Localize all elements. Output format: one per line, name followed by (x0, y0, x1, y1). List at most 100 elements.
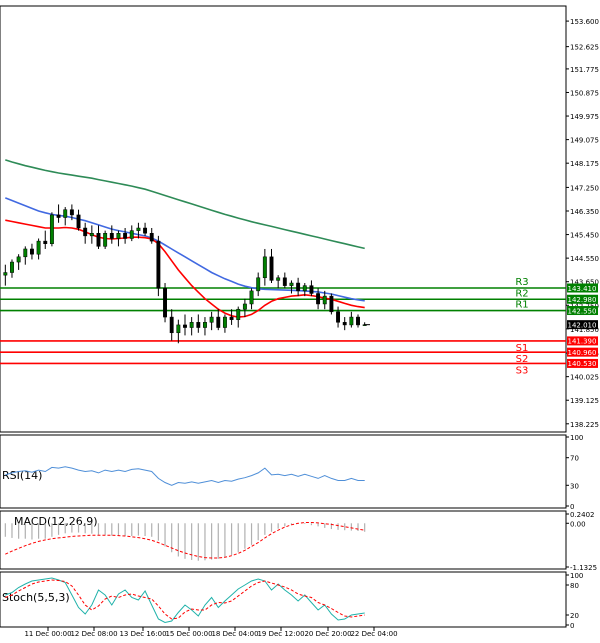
candle-body (196, 322, 201, 328)
candle-body (96, 233, 101, 247)
candle-body (109, 233, 114, 239)
pivot-value-label: 140.960 (568, 349, 597, 357)
candle-body (216, 316, 221, 328)
time-tick-label: 19 Dec 12:00 (257, 630, 304, 638)
candle-body (143, 227, 148, 234)
candle-body (103, 233, 108, 247)
price-tick-label: 140.025 (570, 374, 599, 382)
time-tick-label: 18 Dec 04:00 (211, 630, 258, 638)
candle-body (156, 240, 161, 289)
pivot-value-label: 142.980 (568, 296, 597, 304)
candle-body (203, 322, 207, 328)
candle-body (83, 227, 88, 237)
candle-body (129, 230, 134, 239)
candle-body (189, 322, 194, 328)
price-tick-label: 149.975 (570, 113, 599, 121)
candle-body (342, 322, 347, 326)
trading-chart: 153.600 152.625 151.775 150.875 149.975 149.0… (0, 0, 600, 643)
price-tick-label: 151.775 (570, 66, 599, 74)
candle-body (10, 261, 14, 273)
pivot-label-s3: S3 (516, 365, 529, 376)
macd-tick-label: -1.1325 (570, 564, 597, 572)
candle-body (116, 233, 121, 239)
price-tick-label: 145.450 (570, 232, 599, 240)
candle-body (183, 324, 187, 328)
price-tick-label: 138.225 (570, 421, 599, 429)
macd-tick-label: 0.00 (570, 520, 586, 528)
candle (156, 235, 161, 297)
current-price-label: 142.010 (568, 321, 597, 329)
stoch-tick-label: 80 (570, 582, 579, 590)
rsi-tick-label: 100 (570, 434, 583, 442)
candle-body (23, 248, 28, 258)
candle-body (282, 277, 287, 286)
price-tick-label: 139.125 (570, 397, 599, 405)
pivot-label-r3: R3 (515, 277, 528, 288)
candle-body (29, 248, 34, 255)
candle-body (16, 256, 21, 263)
candle-body (163, 288, 167, 318)
candle (163, 283, 167, 323)
candle-body (329, 295, 334, 313)
candle-body (296, 282, 301, 292)
candle-body (309, 285, 314, 294)
rsi-tick-label: 0 (570, 503, 574, 511)
candle-body (356, 316, 360, 326)
candle (103, 230, 108, 249)
pivot-value-label: 140.530 (568, 360, 597, 368)
candle-body (76, 214, 81, 229)
time-tick-label: 12 Dec 08:00 (70, 630, 117, 638)
candle-body (169, 316, 174, 334)
pivot-label-r2: R2 (515, 288, 528, 299)
candle-body (209, 316, 214, 323)
time-tick-label: 20 Dec 20:00 (304, 630, 351, 638)
candle-body (289, 282, 294, 286)
candle-body (316, 293, 321, 305)
price-tick-label: 152.625 (570, 44, 599, 52)
price-tick-label: 150.875 (570, 89, 599, 97)
candle (49, 212, 54, 247)
candle-body (49, 214, 54, 244)
rsi-tick-label: 70 (570, 455, 579, 463)
price-tick-label: 146.350 (570, 208, 599, 216)
pivot-value-label: 141.390 (568, 338, 597, 346)
candle-body (336, 311, 341, 323)
stoch-tick-label: 20 (570, 612, 579, 620)
candle-body (249, 290, 254, 305)
candle-body (236, 308, 241, 320)
candle-body (269, 256, 274, 281)
candle-body (256, 277, 261, 292)
time-tick-label: 13 Dec 16:00 (119, 630, 166, 638)
candle-body (276, 277, 281, 281)
candle-body (262, 256, 267, 279)
candle-body (176, 324, 181, 334)
candle-body (229, 316, 234, 320)
candle-body (242, 303, 247, 310)
price-tick-label: 153.600 (570, 18, 599, 26)
candle-body (36, 240, 41, 255)
candle-body (349, 316, 354, 326)
price-tick-label: 148.175 (570, 160, 599, 168)
time-tick-label: 11 Dec 00:00 (24, 630, 71, 638)
macd-tick-label: 0.2402 (570, 511, 595, 519)
candle-body (136, 227, 141, 231)
candle-body (56, 214, 61, 218)
candle-body (149, 233, 154, 242)
candle-body (3, 272, 8, 276)
candle-body (43, 240, 48, 244)
candle-body (302, 285, 307, 292)
candle (329, 293, 334, 315)
pivot-value-label: 142.550 (568, 307, 597, 315)
pivot-label-r1: R1 (515, 300, 528, 311)
price-tick-label: 147.250 (570, 184, 599, 192)
time-tick-label: 15 Dec 00:00 (165, 630, 212, 638)
price-tick-label: 144.550 (570, 255, 599, 263)
candle-body (322, 295, 327, 305)
candle-body (123, 233, 128, 239)
candle-body (63, 209, 68, 218)
candle-body (222, 316, 227, 328)
time-tick-label: 22 Dec 04:00 (350, 630, 397, 638)
pivot-value-label: 143.410 (568, 285, 597, 293)
candle-body (69, 209, 74, 216)
rsi-tick-label: 30 (570, 482, 579, 490)
